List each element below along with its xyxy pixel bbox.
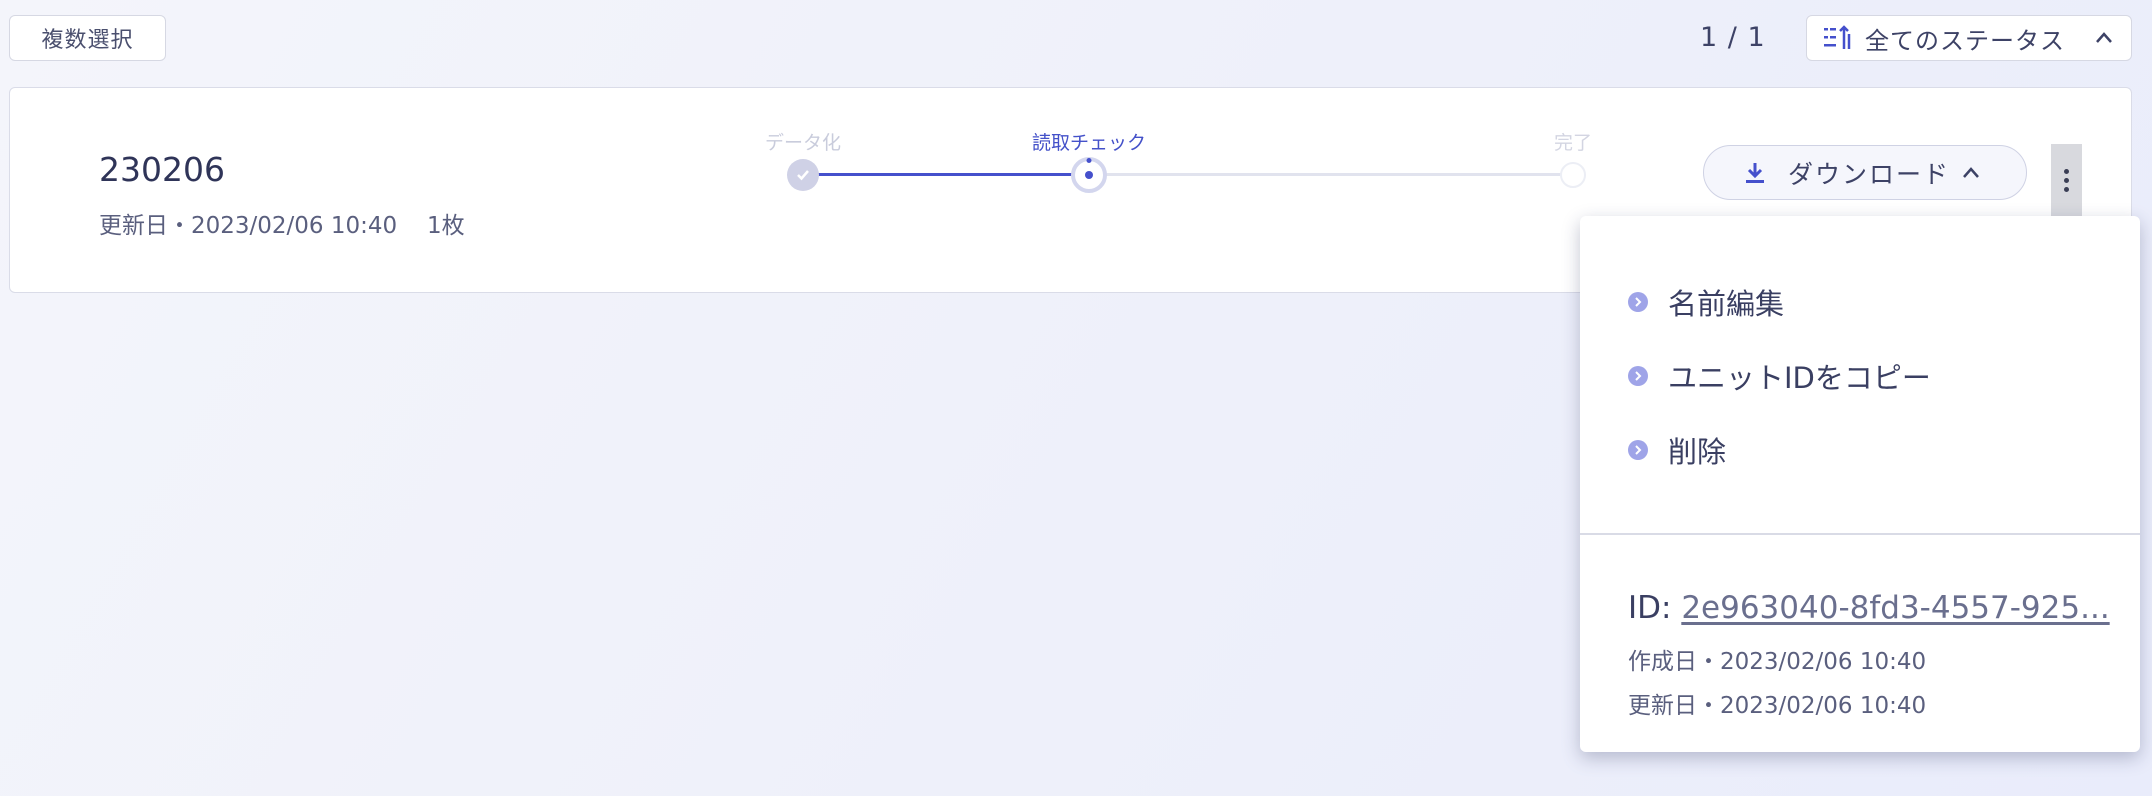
unit-updated-date: 更新日・2023/02/06 10:40 [99, 213, 398, 239]
chevron-right-circle-icon [1628, 440, 1648, 460]
step-label-review: 読取チェック [1031, 132, 1147, 154]
unit-page-count: 1枚 [427, 213, 465, 239]
unit-options-menu: 名前編集 ユニットIDをコピー 削除 ID: 2e963040-8fd3-455… [1580, 216, 2140, 752]
menu-item-rename[interactable]: 名前編集 [1628, 282, 1784, 322]
chevron-right-circle-icon [1628, 292, 1648, 312]
menu-divider [1580, 533, 2140, 535]
download-button[interactable]: ダウンロード [1703, 145, 2027, 200]
progress-stepper: データ化 読取チェック 完了 [740, 128, 1620, 208]
unit-id-prefix: ID: [1628, 590, 1682, 626]
menu-item-label: ユニットIDをコピー [1668, 361, 1931, 395]
menu-created-date: 作成日・2023/02/06 10:40 [1628, 649, 1927, 675]
chevron-up-icon [1963, 167, 1979, 178]
status-filter-dropdown[interactable]: 全てのステータス [1806, 15, 2132, 61]
more-vertical-icon [2064, 169, 2069, 174]
download-label: ダウンロード [1788, 159, 1951, 189]
chevron-right-circle-icon [1628, 366, 1648, 386]
sort-icon [1824, 25, 1851, 49]
progress-track-remaining [1089, 173, 1573, 176]
check-icon [797, 170, 809, 181]
toolbar: 複数選択 1 / 1 全てのステータス [0, 0, 2152, 80]
step-label-complete: 完了 [1553, 132, 1593, 154]
step-node-digitize [787, 159, 819, 191]
status-filter-label: 全てのステータス [1865, 26, 2065, 55]
menu-item-label: 名前編集 [1668, 287, 1785, 321]
menu-item-delete[interactable]: 削除 [1628, 430, 1726, 470]
unit-id: ID: 2e963040-8fd3-4557-925... [1628, 590, 2110, 626]
step-node-review [1071, 157, 1107, 193]
step-label-digitize: データ化 [764, 132, 842, 154]
menu-item-copy-unit-id[interactable]: ユニットIDをコピー [1628, 356, 1931, 396]
download-icon [1746, 162, 1764, 183]
page-indicator: 1 / 1 [1700, 22, 1766, 53]
unit-id-link[interactable]: 2e963040-8fd3-4557-925... [1681, 590, 2109, 626]
menu-updated-date: 更新日・2023/02/06 10:40 [1628, 693, 1927, 719]
step-node-complete [1560, 162, 1586, 188]
menu-item-label: 削除 [1668, 435, 1727, 469]
progress-track-filled [803, 173, 1089, 176]
more-options-button[interactable] [2051, 144, 2082, 217]
chevron-up-icon [2096, 32, 2112, 43]
unit-name: 230206 [99, 150, 225, 189]
multi-select-button[interactable]: 複数選択 [9, 15, 166, 61]
